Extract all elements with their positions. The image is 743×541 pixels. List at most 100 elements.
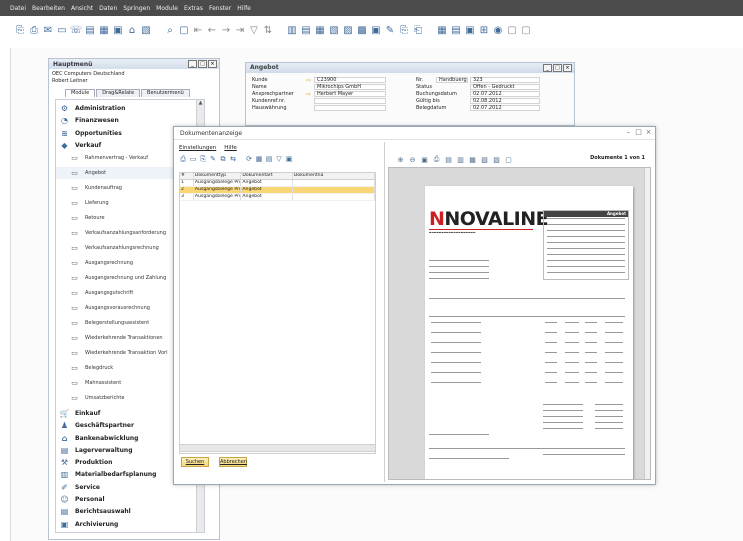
print-icon[interactable]: ⎙ [28, 24, 40, 36]
word-icon[interactable]: ▦ [98, 24, 110, 36]
zoom-out-icon[interactable]: ⊖ [408, 155, 417, 164]
contact-field[interactable]: Herbert Mayer [314, 91, 386, 97]
last-record-icon[interactable]: ⇥ [234, 24, 246, 36]
find-icon[interactable]: ⌕ [164, 24, 176, 36]
module-item[interactable]: ▤ Berichtsauswahl [56, 506, 204, 518]
previous-record-icon[interactable]: ← [206, 24, 218, 36]
col-document-kind[interactable]: Dokumentart [241, 173, 293, 179]
module-item[interactable]: ⚙ Administration [56, 102, 204, 114]
help-icon[interactable]: ◉ [492, 24, 504, 36]
payment-icon[interactable]: ▧ [328, 24, 340, 36]
col-document-type[interactable]: Dokumenttyp [194, 173, 242, 179]
tab-user-menu[interactable]: Benutzermenü [141, 89, 190, 97]
pane-splitter[interactable] [384, 142, 385, 482]
table-row[interactable]: 2 Ausgangsbelege Prin Angebot [180, 187, 375, 194]
query-icon[interactable]: ⎘ [398, 24, 410, 36]
journal-icon[interactable]: ▨ [342, 24, 354, 36]
layout-icon[interactable]: ▤ [450, 24, 462, 36]
posting-date-field[interactable]: 02.07.2012 [470, 91, 540, 97]
next-record-icon[interactable]: → [220, 24, 232, 36]
edit-icon[interactable]: ✎ [209, 155, 217, 163]
preview-icon[interactable]: ⎘ [14, 24, 26, 36]
export-icon[interactable]: ▢ [504, 155, 513, 164]
maximize-icon[interactable]: □ [553, 64, 562, 72]
fit-page-icon[interactable]: ▧ [480, 155, 489, 164]
filter-icon[interactable]: ▽ [248, 24, 260, 36]
preview-icon[interactable]: ⎘ [199, 155, 207, 163]
filter-icon[interactable]: ▽ [275, 155, 283, 163]
minimize-icon[interactable]: _ [188, 60, 197, 68]
menu-datei[interactable]: Datei [10, 5, 26, 12]
home-icon[interactable]: ⌂ [126, 24, 138, 36]
copy-icon[interactable]: ⧉ [219, 155, 227, 163]
close-icon[interactable]: × [644, 128, 653, 136]
maximize-icon[interactable]: □ [634, 128, 643, 136]
menu-springen[interactable]: Springen [123, 5, 150, 12]
minimize-icon[interactable]: _ [543, 64, 552, 72]
cancel-button[interactable]: Abbrechen [219, 457, 247, 467]
number-series-field[interactable]: Handbuerg [436, 77, 468, 83]
attachment-icon[interactable]: ✎ [384, 24, 396, 36]
report-icon[interactable]: ⎗ [412, 24, 424, 36]
close-window-icon[interactable]: ▢ [520, 24, 532, 36]
email-icon[interactable]: ✉ [42, 24, 54, 36]
refresh-icon[interactable]: ⟳ [245, 155, 253, 163]
link-arrow-icon[interactable]: ⇨ [306, 77, 314, 84]
menu-bearbeiten[interactable]: Bearbeiten [32, 5, 65, 12]
module-item[interactable]: ◔ Finanzwesen [56, 115, 204, 127]
module-item[interactable]: ☺ Personal [56, 494, 204, 506]
tab-modules[interactable]: Module [65, 89, 96, 97]
volume-weight-icon[interactable]: ▩ [356, 24, 368, 36]
document-date-field[interactable]: 02.07.2012 [470, 105, 540, 111]
search-button[interactable]: Suchen [181, 457, 209, 467]
number-field[interactable]: 323 [470, 77, 540, 83]
transaction-icon[interactable]: ▣ [370, 24, 382, 36]
first-record-icon[interactable]: ⇤ [192, 24, 204, 36]
menu-module[interactable]: Module [156, 5, 178, 12]
base-document-icon[interactable]: ▥ [286, 24, 298, 36]
table-row[interactable]: 1 Ausgangsbelege Prin Angebot [180, 180, 375, 187]
add-icon[interactable]: ▢ [178, 24, 190, 36]
window-icon[interactable]: ▢ [506, 24, 518, 36]
open-folder-icon[interactable]: ▭ [189, 155, 197, 163]
sort-icon[interactable]: ⇅ [262, 24, 274, 36]
two-page-icon[interactable]: ▥ [456, 155, 465, 164]
form-settings-icon[interactable]: ▦ [436, 24, 448, 36]
save-icon[interactable]: ▣ [420, 155, 429, 164]
currency-field[interactable] [314, 105, 386, 111]
print-icon[interactable]: ⎙ [179, 155, 187, 163]
zoom-in-icon[interactable]: ⊕ [396, 155, 405, 164]
menu-ansicht[interactable]: Ansicht [71, 5, 93, 12]
calculator-icon[interactable]: ▣ [464, 24, 476, 36]
viewer-scrollbar[interactable] [644, 168, 650, 479]
close-icon[interactable]: × [208, 60, 217, 68]
move-icon[interactable]: ⇆ [229, 155, 237, 163]
col-document-name[interactable]: Dokumentna [293, 173, 375, 179]
target-document-icon[interactable]: ▤ [300, 24, 312, 36]
customer-field[interactable]: C23900 [314, 77, 386, 83]
org-icon[interactable]: ⊞ [478, 24, 490, 36]
grid-horizontal-scrollbar[interactable] [179, 444, 376, 452]
tab-drag-relate[interactable]: Drag&Relate [96, 89, 141, 97]
fax-icon[interactable]: ☏ [70, 24, 83, 36]
gross-profit-icon[interactable]: ▦ [314, 24, 326, 36]
grid-icon[interactable]: ▦ [255, 155, 263, 163]
sms-icon[interactable]: ▭ [56, 24, 68, 36]
page-view-icon[interactable]: ▤ [444, 155, 453, 164]
menu-daten[interactable]: Daten [99, 5, 117, 12]
settings-icon[interactable]: ▣ [285, 155, 293, 163]
menu-extras[interactable]: Extras [184, 5, 203, 12]
customer-ref-field[interactable] [314, 98, 386, 104]
module-item[interactable]: ▣ Archivierung [56, 518, 204, 530]
menu-hilfe-viewer[interactable]: Hilfe [224, 145, 237, 151]
menu-fenster[interactable]: Fenster [209, 5, 231, 12]
lock-icon[interactable]: ▧ [140, 24, 152, 36]
col-index[interactable]: # [180, 173, 194, 179]
pdf-icon[interactable]: ▣ [112, 24, 124, 36]
export-icon[interactable]: ▤ [84, 24, 96, 36]
print-icon[interactable]: ⎙ [432, 155, 441, 164]
table-row[interactable]: 3 Ausgangsbelege Prin Angebot [180, 194, 375, 201]
close-icon[interactable]: × [563, 64, 572, 72]
menu-hilfe[interactable]: Hilfe [237, 5, 251, 12]
fit-width-icon[interactable]: ▦ [468, 155, 477, 164]
